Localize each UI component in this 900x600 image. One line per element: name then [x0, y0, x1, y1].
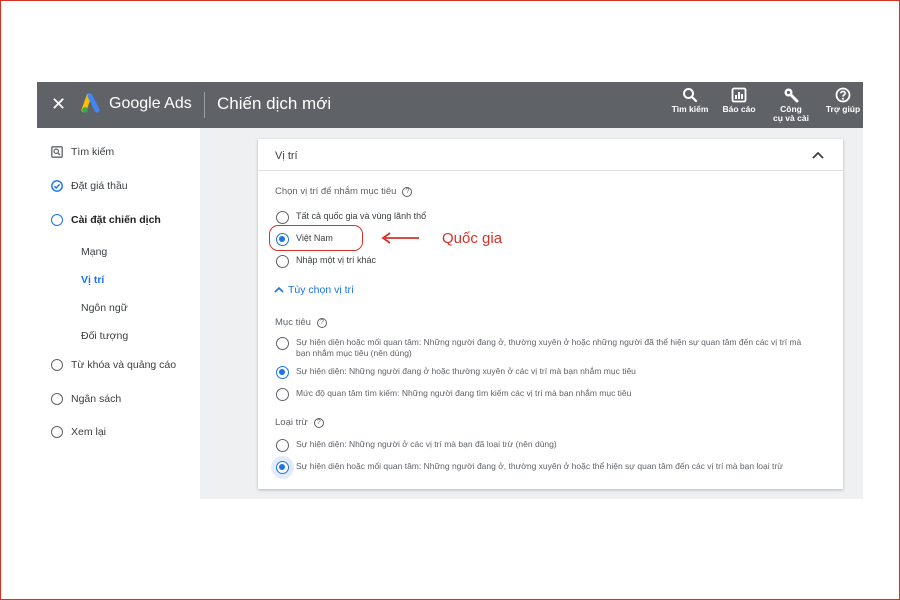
circle-icon — [51, 214, 63, 226]
circle-icon — [51, 393, 63, 405]
exclude-section-label: Loại trừ ? — [275, 417, 324, 428]
annotation-arrow-icon — [381, 232, 419, 244]
location-card: Vị trí Chọn vị trí để nhắm mục tiêu ? Tấ… — [258, 139, 843, 489]
title-divider — [204, 92, 205, 118]
wrench-icon — [784, 88, 799, 103]
option-label: Nhập một vị trí khác — [296, 255, 377, 265]
radio-button-selected[interactable] — [276, 366, 289, 379]
option-label: Sự hiện diện: Những người đang ở hoặc th… — [296, 366, 636, 376]
target-location-label: Chọn vị trí để nhắm mục tiêu ? — [275, 186, 413, 197]
sidebar-subitem-audience[interactable]: Đối tượng — [81, 330, 128, 342]
sidebar-subitem-language[interactable]: Ngôn ngữ — [81, 302, 128, 314]
search-tool-button[interactable]: Tìm kiếm — [670, 87, 710, 114]
circle-icon — [51, 426, 63, 438]
card-header[interactable]: Vị trí — [258, 139, 843, 171]
card-title: Vị trí — [275, 150, 298, 162]
help-tool-button[interactable]: Trợ giúp — [824, 87, 862, 114]
chevron-up-icon[interactable] — [811, 148, 825, 162]
option-label: Sự hiện diện: Những người ở các vị trí m… — [296, 439, 557, 449]
option-label: Tất cả quốc gia và vùng lãnh thổ — [296, 211, 427, 221]
tools-settings-button[interactable]: Công cụ và cài — [771, 87, 811, 123]
help-icon[interactable]: ? — [402, 186, 413, 197]
exclude-option-presence-interest[interactable]: Sự hiện diện hoặc mối quan tâm: Những ng… — [276, 461, 783, 474]
google-ads-logo-icon — [81, 93, 100, 113]
option-label: Sự hiện diện hoặc mối quan tâm: Những ng… — [296, 337, 801, 358]
sidebar-item-label: Cài đặt chiến dịch — [71, 214, 161, 226]
report-tool-label: Báo cáo — [722, 104, 756, 114]
exclude-option-presence[interactable]: Sự hiện diện: Những người ở các vị trí m… — [276, 439, 557, 452]
sidebar-subitem-location[interactable]: Vị trí — [81, 274, 104, 286]
circle-icon — [51, 359, 63, 371]
target-option-presence[interactable]: Sự hiện diện: Những người đang ở hoặc th… — [276, 366, 636, 379]
help-icon — [835, 87, 851, 103]
tools-label-line2: cụ và cài — [773, 113, 809, 123]
report-icon — [731, 87, 747, 103]
exclude-section-text: Loại trừ — [275, 417, 308, 428]
search-box-icon — [51, 146, 63, 158]
annotation-label: Quốc gia — [442, 230, 503, 247]
check-circle-icon — [51, 180, 63, 192]
page-title: Chiến dịch mới — [217, 94, 332, 113]
sidebar: Tìm kiếm Đặt giá thầu Cài đặt chiến dịch… — [37, 128, 200, 499]
sidebar-item-label: Từ khóa và quảng cáo — [71, 359, 177, 371]
help-tool-label: Trợ giúp — [825, 104, 861, 114]
location-options-toggle[interactable]: Tùy chọn vị trí — [274, 284, 354, 296]
option-label-line1: Sự hiện diện hoặc mối quan tâm: Những ng… — [296, 337, 802, 347]
toggle-label: Tùy chọn vị trí — [288, 284, 354, 296]
top-bar: ✕ Google Ads Chiến dịch mới Tìm kiếm Báo… — [37, 82, 863, 128]
search-tool-label: Tìm kiếm — [671, 104, 709, 114]
sidebar-subitem-network[interactable]: Mạng — [81, 246, 107, 258]
sidebar-item-label: Ngân sách — [71, 393, 122, 405]
target-option-search-interest[interactable]: Mức độ quan tâm tìm kiếm: Những người đa… — [276, 388, 631, 401]
sidebar-item-campaign-settings[interactable]: Cài đặt chiến dịch — [51, 211, 161, 229]
close-icon[interactable]: ✕ — [51, 94, 66, 114]
target-section-text: Mục tiêu — [275, 317, 311, 328]
target-section-label: Mục tiêu ? — [275, 317, 327, 328]
help-icon[interactable]: ? — [313, 417, 324, 428]
brand-name: Google Ads — [109, 95, 192, 112]
sidebar-item-review[interactable]: Xem lại — [51, 423, 106, 441]
option-label: Mức độ quan tâm tìm kiếm: Những người đa… — [296, 388, 632, 398]
sidebar-item-budget[interactable]: Ngân sách — [51, 390, 121, 408]
sidebar-item-label: Đặt giá thầu — [71, 180, 128, 192]
chevron-up-icon — [274, 286, 284, 293]
radio-button[interactable] — [276, 388, 289, 401]
help-icon[interactable]: ? — [316, 317, 327, 328]
google-ads-window: ✕ Google Ads Chiến dịch mới Tìm kiếm Báo… — [37, 82, 863, 499]
target-option-presence-interest[interactable]: Sự hiện diện hoặc mối quan tâm: Những ng… — [276, 337, 801, 358]
radio-button[interactable] — [276, 255, 289, 268]
radio-button-selected[interactable] — [276, 461, 289, 474]
radio-button[interactable] — [276, 439, 289, 452]
sidebar-item-label: Tìm kiếm — [71, 146, 115, 158]
location-option-other[interactable]: Nhập một vị trí khác — [276, 255, 376, 268]
radio-button[interactable] — [276, 211, 289, 224]
radio-button[interactable] — [276, 337, 289, 350]
annotation-highlight-box — [269, 225, 363, 251]
sidebar-item-search[interactable]: Tìm kiếm — [51, 143, 114, 161]
sidebar-item-keywords-ads[interactable]: Từ khóa và quảng cáo — [51, 356, 176, 374]
target-location-text: Chọn vị trí để nhắm mục tiêu — [275, 186, 397, 197]
option-label: Sự hiện diện hoặc mối quan tâm: Những ng… — [296, 461, 783, 471]
sidebar-item-label: Xem lại — [71, 426, 107, 438]
option-label-line2: bạn nhắm mục tiêu (nên dùng) — [296, 347, 412, 358]
location-option-all[interactable]: Tất cả quốc gia và vùng lãnh thổ — [276, 211, 426, 224]
search-icon — [683, 88, 698, 103]
report-tool-button[interactable]: Báo cáo — [721, 87, 757, 114]
sidebar-item-bidding[interactable]: Đặt giá thầu — [51, 177, 128, 195]
